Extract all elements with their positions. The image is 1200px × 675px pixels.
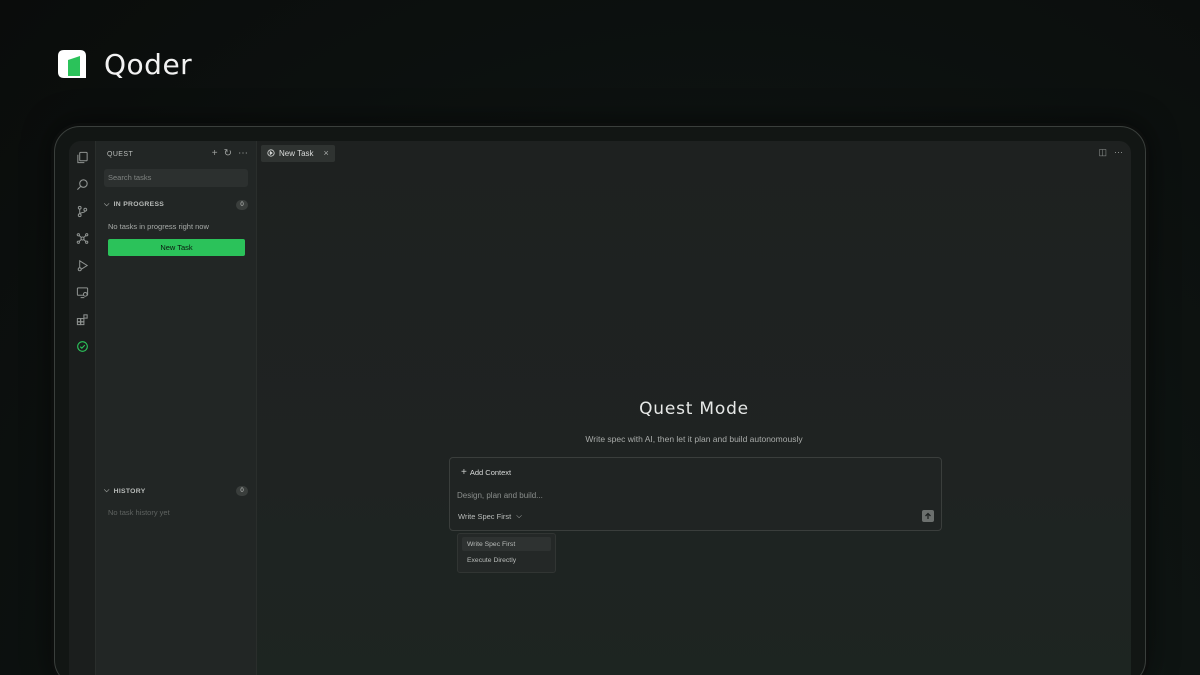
history-section-header[interactable]: ⌵ HISTORY 0 (104, 485, 248, 497)
chevron-down-icon: ⌵ (104, 487, 110, 494)
in-progress-count-badge: 0 (236, 199, 248, 210)
in-progress-label: IN PROGRESS (113, 201, 165, 208)
history-count-badge: 0 (236, 486, 248, 496)
arrow-up-icon (925, 512, 931, 519)
plus-icon: + (461, 466, 467, 478)
add-task-icon[interactable]: + (212, 149, 218, 159)
in-progress-section-header[interactable]: ⌵ IN PROGRESS 0 (104, 199, 248, 211)
sidebar-title: QUEST (107, 150, 134, 158)
quest-sidebar: QUEST + ↻ ⋯ ⌵ IN PROGRESS 0 No tasks in … (96, 141, 257, 675)
quest-check-icon[interactable] (74, 338, 90, 354)
explorer-icon[interactable] (74, 149, 90, 165)
page-title: Quest Mode (639, 399, 749, 419)
chevron-down-icon: ⌵ (516, 511, 522, 520)
tab-label: New Task (279, 148, 314, 158)
search-tasks-input[interactable] (104, 168, 248, 187)
sidebar-header: QUEST + ↻ ⋯ (104, 141, 248, 167)
in-progress-label-group: ⌵ IN PROGRESS (104, 201, 164, 209)
activity-bar (69, 141, 96, 675)
extensions-network-icon[interactable] (74, 230, 90, 246)
tab-new-task[interactable]: New Task × (261, 144, 335, 162)
tab-bar-actions: ◫ ⋯ (1098, 147, 1123, 158)
task-composer: + Add Context Write Spec First ⌵ (449, 457, 942, 531)
chevron-down-icon: ⌵ (104, 200, 110, 208)
laptop-frame: QUEST + ↻ ⋯ ⌵ IN PROGRESS 0 No tasks in … (54, 126, 1146, 675)
new-task-button[interactable]: New Task (108, 238, 245, 256)
task-prompt-input[interactable] (457, 488, 877, 502)
send-button[interactable] (922, 510, 934, 522)
mode-select[interactable]: Write Spec First ⌵ (458, 511, 522, 521)
dropdown-option-write-spec-first[interactable]: Write Spec First (462, 537, 551, 551)
tab-bar: New Task × ◫ ⋯ (257, 141, 1131, 165)
qoder-logo-icon (58, 50, 86, 78)
history-label-group: ⌵ HISTORY (104, 487, 146, 495)
add-context-label: Add Context (469, 468, 512, 477)
source-control-icon[interactable] (74, 203, 90, 219)
close-icon[interactable]: × (324, 148, 329, 158)
brand: Qoder (54, 46, 192, 82)
quest-tab-icon (267, 149, 275, 157)
page-subtitle: Write spec with AI, then let it plan and… (585, 434, 803, 444)
history-empty-text: No task history yet (108, 508, 170, 517)
run-debug-icon[interactable] (74, 257, 90, 273)
add-context-button[interactable]: + Add Context (458, 466, 514, 479)
more-icon[interactable]: ⋯ (238, 149, 248, 159)
search-icon[interactable] (74, 176, 90, 192)
sidebar-actions: + ↻ ⋯ (212, 149, 248, 159)
brand-name: Qoder (104, 47, 193, 81)
dropdown-option-execute-directly[interactable]: Execute Directly (462, 553, 551, 567)
more-icon[interactable]: ⋯ (1114, 147, 1123, 158)
split-editor-icon[interactable]: ◫ (1098, 147, 1107, 158)
refresh-icon[interactable]: ↻ (224, 149, 232, 159)
editor-area: New Task × ◫ ⋯ Quest Mode Write spec wit… (257, 141, 1131, 675)
extensions-icon[interactable] (74, 311, 90, 327)
in-progress-empty-text: No tasks in progress right now (108, 221, 209, 231)
history-section: ⌵ HISTORY 0 No task history yet (104, 485, 248, 517)
mode-selected-label: Write Spec First (458, 511, 512, 521)
history-label: HISTORY (113, 487, 146, 495)
remote-explorer-icon[interactable] (74, 284, 90, 300)
mode-dropdown: Write Spec First Execute Directly (457, 533, 556, 573)
ide-window: QUEST + ↻ ⋯ ⌵ IN PROGRESS 0 No tasks in … (69, 141, 1131, 675)
